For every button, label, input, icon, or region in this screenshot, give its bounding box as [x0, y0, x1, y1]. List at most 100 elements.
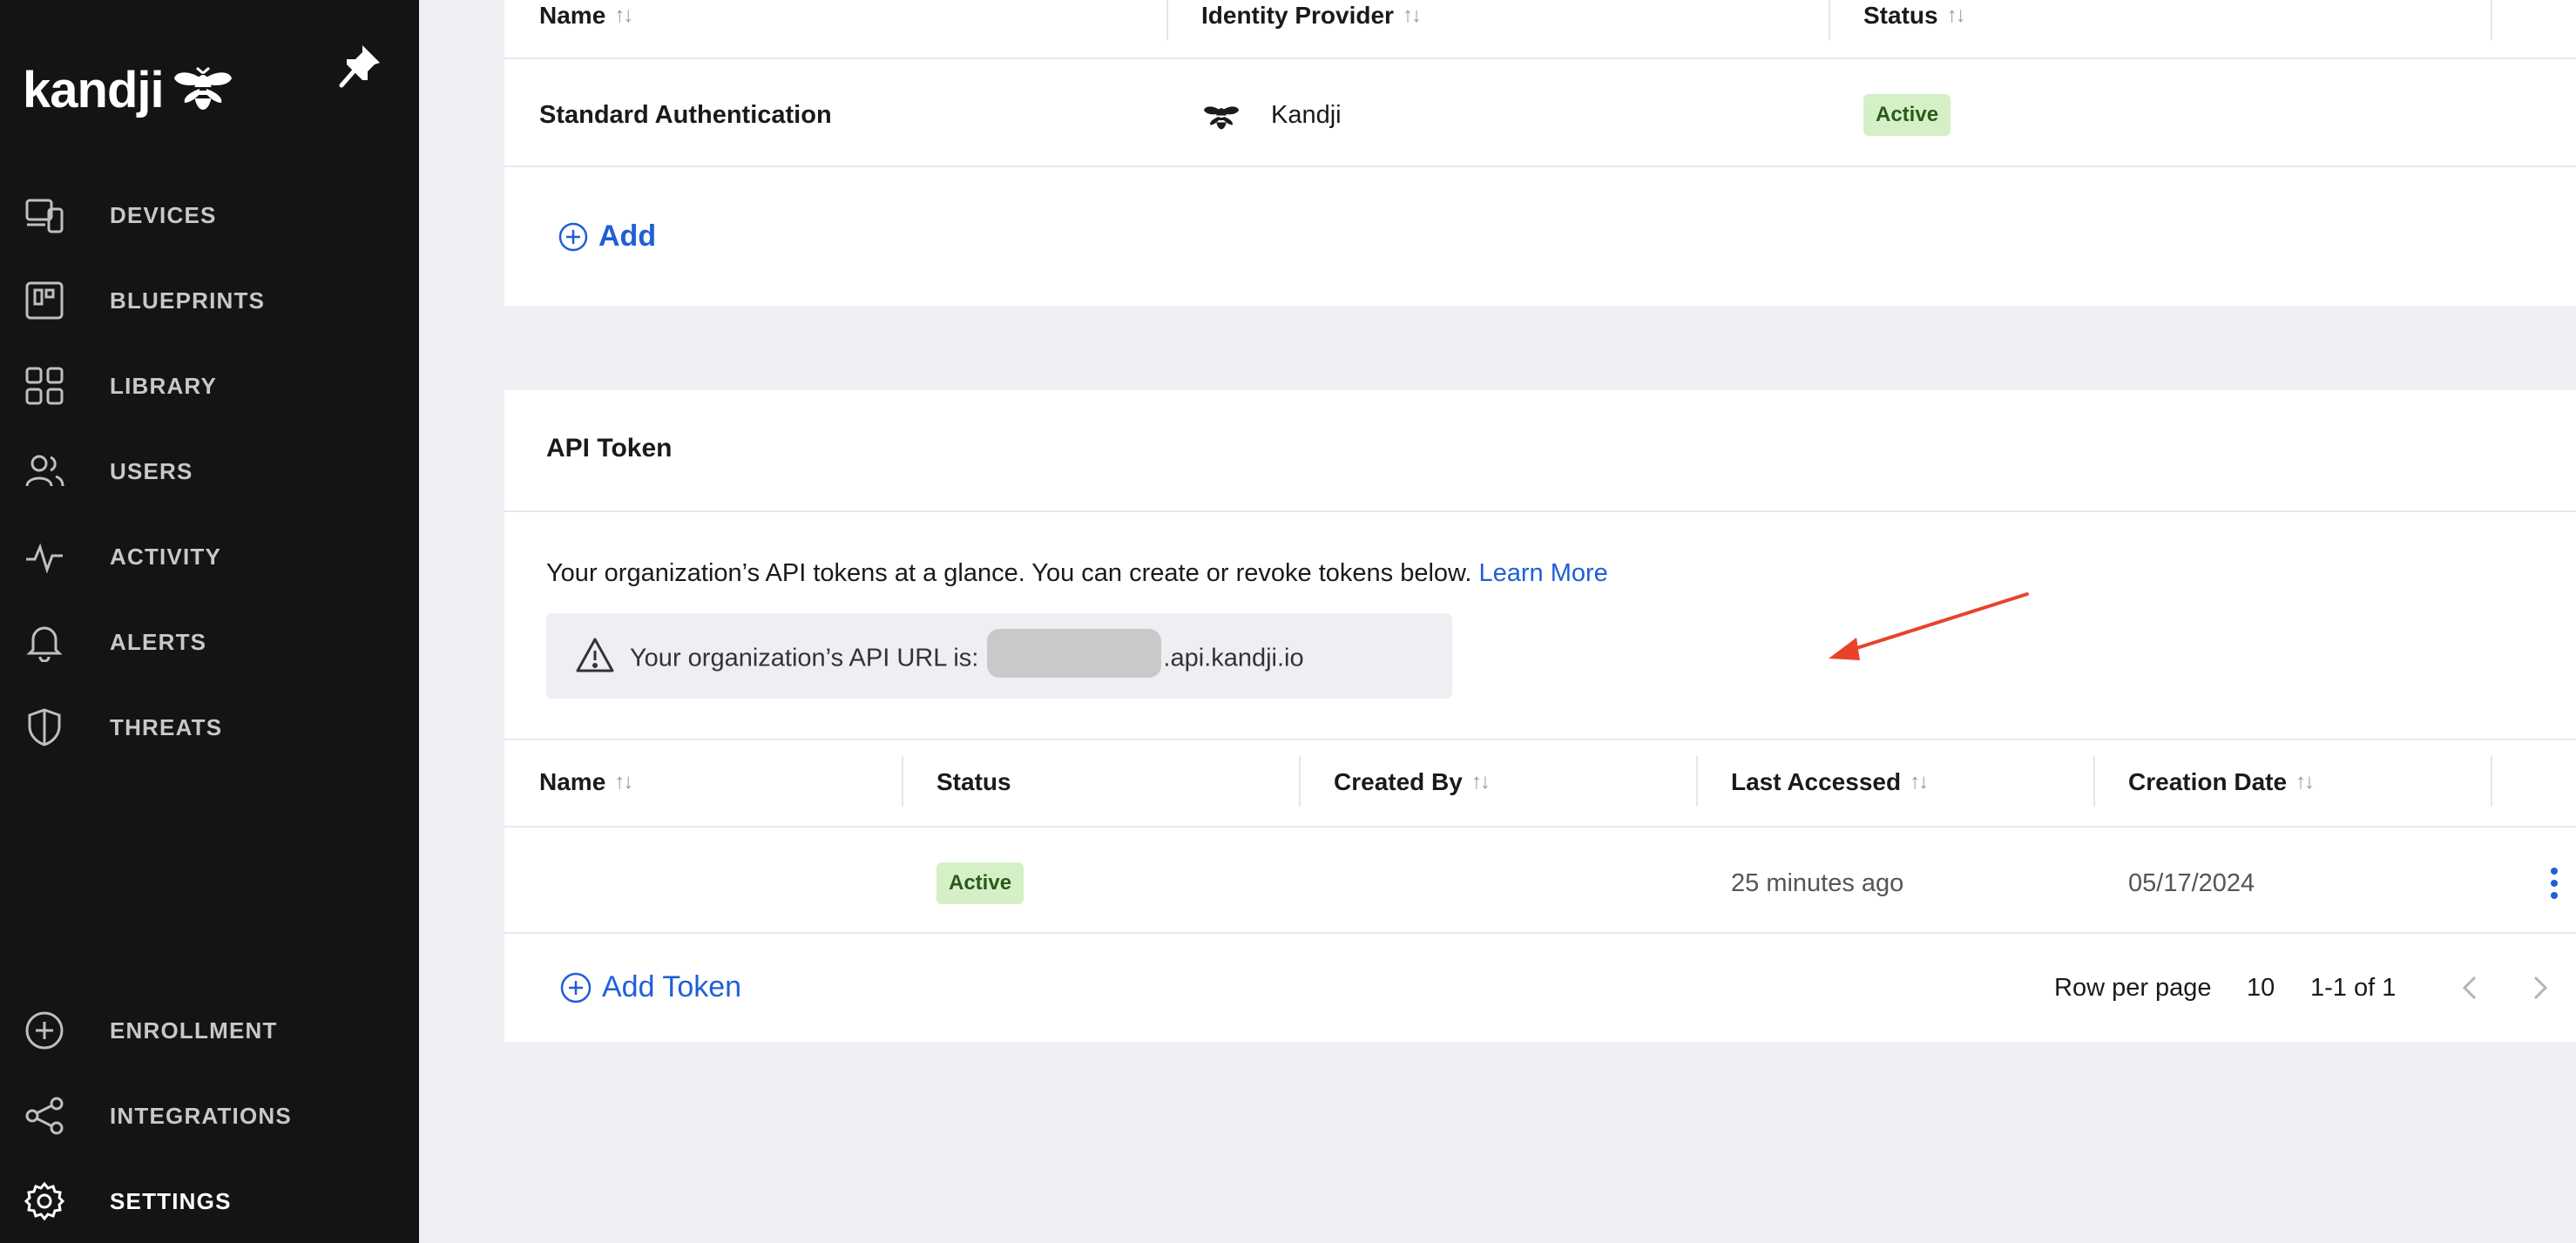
add-button[interactable]: Add	[558, 220, 656, 253]
section-title: API Token	[546, 434, 673, 463]
column-header-last-accessed[interactable]: Last Accessed ↑↓	[1731, 767, 1929, 798]
nav-label: ALERTS	[110, 628, 207, 655]
column-header-label: Name	[539, 2, 606, 29]
sort-icon[interactable]: ↑↓	[1947, 3, 1966, 28]
sort-icon[interactable]: ↑↓	[1471, 770, 1491, 794]
rows-per-page-label: Row per page	[2054, 974, 2212, 1002]
sort-icon[interactable]: ↑↓	[1910, 770, 1929, 794]
nav-library[interactable]: LIBRARY	[0, 347, 419, 425]
column-header-label: Status	[936, 768, 1011, 795]
nav-label: BLUEPRINTS	[110, 287, 266, 314]
add-label: Add	[598, 220, 657, 253]
sort-icon[interactable]: ↑↓	[614, 770, 633, 794]
divider	[504, 57, 2576, 59]
column-header-label: Identity Provider	[1201, 2, 1394, 29]
column-header-label: Status	[1863, 2, 1938, 29]
column-header-label: Created By	[1334, 768, 1463, 795]
column-header-status: Status	[936, 767, 1011, 798]
plus-circle-icon	[23, 1009, 66, 1052]
nav-label: THREATS	[110, 713, 223, 740]
divider	[504, 826, 2576, 828]
column-divider	[1696, 756, 1698, 807]
nav-integrations[interactable]: INTEGRATIONS	[0, 1077, 419, 1155]
kandji-logo[interactable]: kandji	[23, 61, 233, 119]
sidebar: kandji DEVICES BLUEPRINTS LIBRARY USERS …	[0, 0, 419, 1243]
bee-icon	[1203, 106, 1240, 130]
nav-devices[interactable]: DEVICES	[0, 176, 419, 254]
column-header-name[interactable]: Name ↑↓	[539, 0, 633, 31]
sort-icon[interactable]: ↑↓	[614, 3, 633, 28]
library-icon	[23, 364, 66, 408]
rows-per-page-select[interactable]: 10	[2247, 974, 2275, 1003]
divider	[504, 166, 2576, 167]
status-badge: Active	[936, 862, 1024, 904]
nav-threats[interactable]: THREATS	[0, 688, 419, 767]
api-url-notice: Your organization’s API URL is: .api.kan…	[546, 613, 1452, 699]
api-url-domain: .api.kandji.io	[1163, 644, 1304, 672]
column-divider	[2093, 756, 2095, 807]
column-divider	[1166, 0, 1168, 40]
bee-icon	[173, 66, 232, 110]
column-divider	[1829, 0, 1830, 40]
logo-text: kandji	[23, 62, 165, 118]
column-divider	[2491, 0, 2492, 40]
nav-alerts[interactable]: ALERTS	[0, 603, 419, 681]
api-url-label: Your organization’s API URL is:	[630, 644, 979, 672]
nav-label: ACTIVITY	[110, 543, 222, 570]
chevron-right-icon[interactable]	[2522, 970, 2557, 1005]
plus-circle-icon	[560, 972, 592, 1003]
column-header-name[interactable]: Name ↑↓	[539, 767, 633, 798]
bell-icon	[23, 620, 66, 664]
nav-label: INTEGRATIONS	[110, 1102, 292, 1129]
column-header-created-by[interactable]: Created By ↑↓	[1334, 767, 1491, 798]
annotation-arrow-icon	[1829, 592, 2029, 660]
divider	[504, 510, 2576, 512]
description-text: Your organization’s API tokens at a glan…	[546, 559, 1472, 587]
add-token-label: Add Token	[602, 970, 742, 1003]
plus-circle-icon	[558, 222, 588, 251]
column-divider	[1299, 756, 1301, 807]
nav-settings[interactable]: SETTINGS	[0, 1162, 419, 1240]
add-token-button[interactable]: Add Token	[560, 970, 741, 1004]
pagination-range: 1-1 of 1	[2310, 974, 2397, 1002]
integrations-icon	[23, 1094, 66, 1138]
nav-label: ENROLLMENT	[110, 1017, 278, 1044]
nav-label: SETTINGS	[110, 1187, 232, 1214]
nav-enrollment[interactable]: ENROLLMENT	[0, 991, 419, 1070]
users-icon	[23, 449, 66, 493]
pin-icon[interactable]	[338, 42, 383, 91]
divider	[504, 739, 2576, 740]
redacted-subdomain	[987, 629, 1162, 678]
api-token-panel: API Token Your organization’s API tokens…	[504, 390, 2576, 1042]
nav-label: DEVICES	[110, 201, 217, 228]
column-header-creation-date[interactable]: Creation Date ↑↓	[2128, 767, 2315, 798]
nav-label: USERS	[110, 457, 193, 484]
nav-activity[interactable]: ACTIVITY	[0, 517, 419, 596]
api-token-description: Your organization’s API tokens at a glan…	[546, 559, 1608, 588]
token-last-accessed: 25 minutes ago	[1731, 869, 1904, 897]
sort-icon[interactable]: ↑↓	[2295, 770, 2315, 794]
shield-icon	[23, 706, 66, 749]
nav-blueprints[interactable]: BLUEPRINTS	[0, 261, 419, 340]
learn-more-link[interactable]: Learn More	[1479, 559, 1608, 587]
column-divider	[902, 756, 903, 807]
devices-icon	[23, 193, 66, 237]
column-header-identity-provider[interactable]: Identity Provider ↑↓	[1201, 0, 1422, 31]
column-header-label: Last Accessed	[1731, 768, 1902, 795]
column-header-label: Creation Date	[2128, 768, 2288, 795]
status-badge: Active	[1863, 94, 1951, 136]
nav-label: LIBRARY	[110, 372, 217, 399]
auth-name: Standard Authentication	[539, 101, 832, 129]
nav-users[interactable]: USERS	[0, 432, 419, 510]
chevron-left-icon[interactable]	[2453, 970, 2488, 1005]
more-options-icon[interactable]	[2546, 864, 2563, 902]
activity-icon	[23, 535, 66, 578]
divider	[504, 932, 2576, 934]
identity-provider-value: Kandji	[1271, 101, 1342, 129]
column-header-status[interactable]: Status ↑↓	[1863, 0, 1966, 31]
warning-icon	[576, 638, 614, 672]
authentication-panel: Name ↑↓ Identity Provider ↑↓ Status ↑↓ Stan…	[504, 0, 2576, 306]
sort-icon[interactable]: ↑↓	[1403, 3, 1422, 28]
column-divider	[2491, 756, 2492, 807]
column-header-label: Name	[539, 768, 606, 795]
